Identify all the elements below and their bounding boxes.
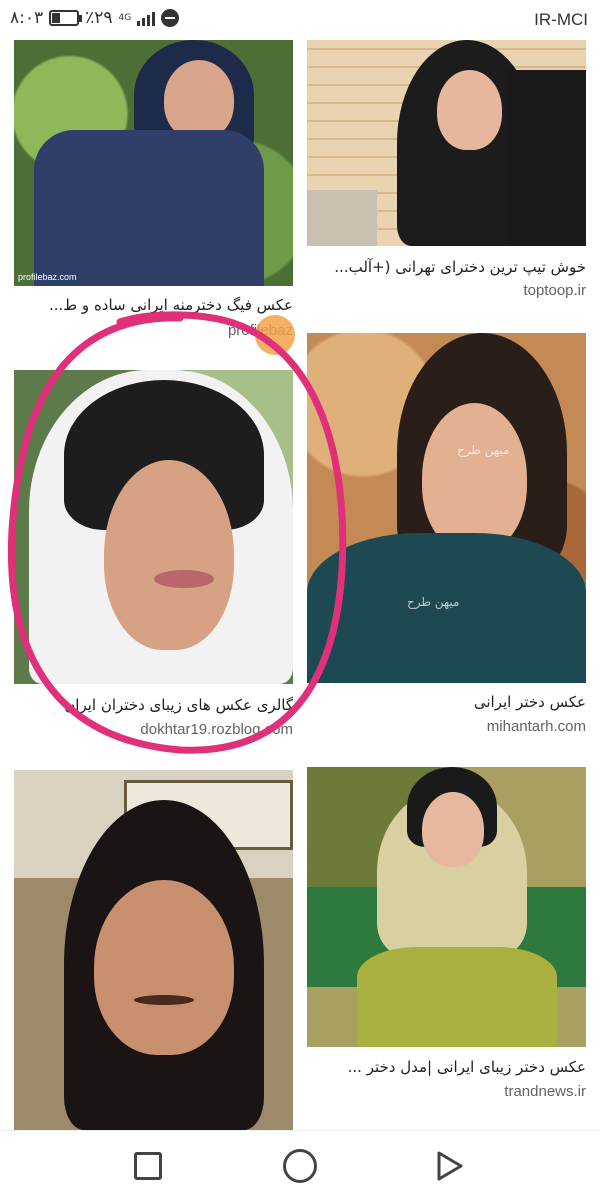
status-left: ۸:۰۳ ٪۲۹ 4G — [10, 8, 180, 28]
status-bar: ۸:۰۳ ٪۲۹ 4G IR-MCI — [0, 0, 600, 40]
result-caption-2[interactable]: خوش تیپ ترین دخترای تهرانی (+آلب... — [307, 258, 586, 276]
watermark: میهن طرح — [457, 443, 510, 457]
triangle-back-icon[interactable] — [432, 1149, 466, 1183]
battery-percent: ٪۲۹ — [85, 8, 113, 28]
result-image-3[interactable] — [14, 370, 293, 684]
result-source-4[interactable]: mihantarh.com — [307, 718, 586, 735]
carrier-name: IR-MCI — [534, 10, 588, 29]
navigation-bar — [0, 1130, 600, 1200]
watermark: profilebaz.com — [18, 272, 77, 282]
result-caption-3[interactable]: گالری عکس های زیبای دختران ایران — [14, 696, 293, 714]
result-image-2[interactable] — [307, 40, 586, 246]
signal-icon — [137, 10, 156, 26]
source-favicon — [255, 315, 295, 355]
battery-level — [52, 13, 60, 23]
result-source-6[interactable]: trandnews.ir — [307, 1083, 586, 1100]
result-source-2[interactable]: toptoop.ir — [307, 282, 586, 299]
battery-icon — [49, 10, 83, 26]
do-not-disturb-icon — [161, 9, 180, 27]
result-source-3[interactable]: dokhtar19.rozblog.com — [14, 721, 293, 738]
result-source-1[interactable]: profilebaz — [14, 322, 293, 339]
clock: ۸:۰۳ — [10, 8, 44, 28]
circle-home-icon[interactable] — [283, 1149, 317, 1183]
result-image-4[interactable]: میهن طرح میهن طرح — [307, 333, 586, 683]
result-caption-6[interactable]: عکس دختر زیبای ایرانی |مدل دختر ... — [307, 1058, 586, 1076]
result-caption-4[interactable]: عکس دختر ایرانی — [307, 693, 586, 711]
result-image-5[interactable] — [14, 770, 293, 1130]
network-type: 4G — [118, 12, 132, 23]
watermark: میهن طرح — [407, 595, 460, 609]
result-image-1[interactable]: profilebaz.com — [14, 40, 293, 286]
square-recents-icon[interactable] — [134, 1152, 162, 1180]
result-image-6[interactable] — [307, 767, 586, 1047]
result-caption-1[interactable]: عکس فیگ دخترمنه ایرانی ساده و ط... — [14, 296, 293, 314]
